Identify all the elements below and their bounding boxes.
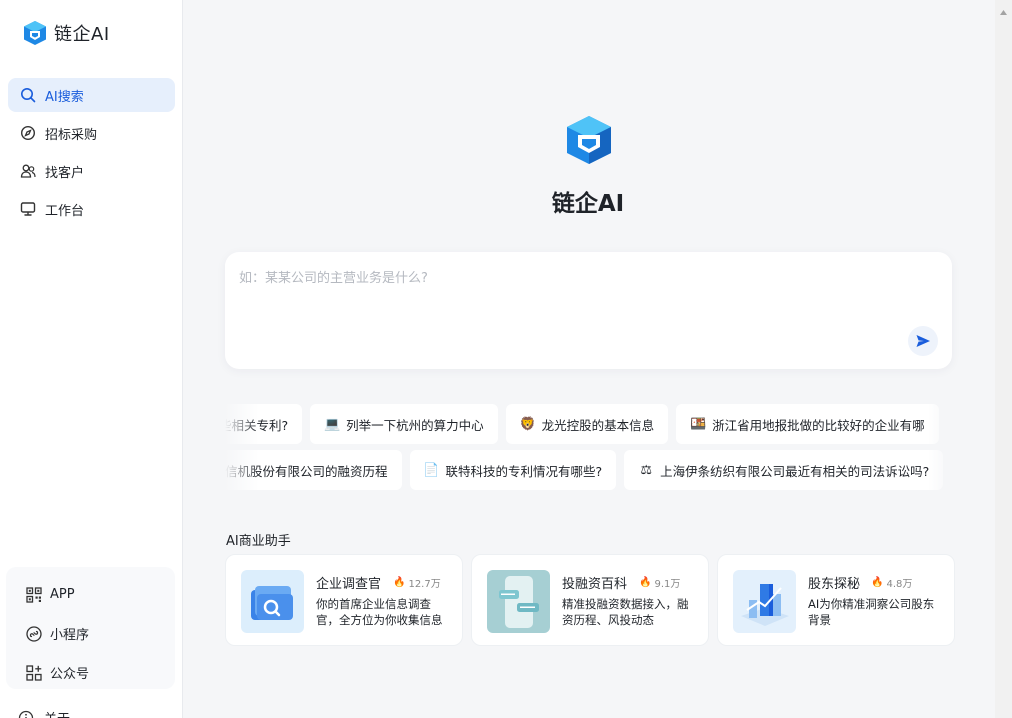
suggestion-text: 列举一下杭州的算力中心 (346, 417, 484, 433)
brand-name: 链企AI (54, 24, 110, 45)
assistants-section-title: AI商业助手 (226, 534, 291, 549)
suggestion-chip[interactable]: ⚖ 上海伊条纺织有限公司最近有相关的司法诉讼吗? (624, 450, 944, 490)
brand[interactable]: 链企AI (22, 20, 110, 46)
bar-chart-3d-icon (733, 570, 796, 633)
flame-icon: 🔥 (393, 577, 406, 588)
mini-program-link[interactable]: 小程序 (6, 614, 175, 653)
flame-icon: 🔥 (871, 577, 884, 588)
document-icon: 📄 (423, 462, 440, 478)
card-hot-count: 🔥 12.7万 (393, 575, 441, 590)
nav-item-customers[interactable]: 找客户 (8, 154, 175, 188)
suggestion-chip[interactable]: 🦁 龙光控股的基本信息 (505, 404, 669, 444)
logo-icon (24, 21, 46, 45)
assistant-card-investigator[interactable]: 企业调查官 🔥 12.7万 你的首席企业信息调查官，全方位为你收集信息 (225, 554, 463, 646)
official-account-label: 公众号 (50, 667, 90, 682)
suggestion-chip[interactable]: 📄 联特科技的专利情况有哪些? (409, 450, 617, 490)
suggestion-chip[interactable]: 🍱 浙江省用地报批做的比较好的企业有哪 (676, 404, 939, 444)
compass-icon (20, 125, 36, 141)
card-description: AI为你精准洞察公司股东背景 (808, 597, 935, 627)
nav-item-label: AI搜索 (45, 89, 84, 105)
suggestion-text: 浙江省用地报批做的比较好的企业有哪 (712, 417, 925, 433)
suggestion-text: 些相关专利? (225, 417, 289, 433)
scales-icon: ⚖ (640, 462, 652, 478)
app-link[interactable]: APP (6, 575, 175, 614)
card-title: 股东探秘 (808, 577, 861, 592)
card-hot-count: 🔥 9.1万 (639, 575, 680, 590)
chat-phone-icon (487, 570, 550, 633)
flame-icon: 🔥 (639, 577, 652, 588)
send-button[interactable] (908, 326, 938, 356)
main-nav: AI搜索 招标采购 找客户 工作台 (8, 78, 175, 230)
hot-value: 4.8万 (886, 579, 913, 590)
send-icon (916, 335, 930, 347)
nav-item-ai-search[interactable]: AI搜索 (8, 78, 175, 112)
users-icon (20, 163, 36, 179)
monitor-icon (20, 201, 36, 217)
grid-icon (25, 664, 43, 682)
sidebar: 链企AI AI搜索 招标采购 找客户 工作台 APP 小程序 公众号 (0, 0, 183, 718)
assistant-card-financing[interactable]: 投融资百科 🔥 9.1万 精准投融资数据接入，融资历程、风投动态 (471, 554, 709, 646)
nav-item-label: 找客户 (45, 165, 85, 181)
about-link[interactable]: 关于 (18, 708, 70, 718)
scrollbar[interactable] (995, 0, 1012, 718)
card-title: 企业调查官 (316, 577, 382, 592)
app-label: APP (50, 587, 75, 602)
nav-item-workbench[interactable]: 工作台 (8, 192, 175, 226)
suggestion-chip[interactable]: 些相关专利? (225, 404, 303, 444)
search-input[interactable] (239, 266, 899, 290)
nav-item-bidding[interactable]: 招标采购 (8, 116, 175, 150)
nav-item-label: 工作台 (45, 203, 85, 219)
assistant-card-shareholders[interactable]: 股东探秘 🔥 4.8万 AI为你精准洞察公司股东背景 (717, 554, 955, 646)
card-description: 精准投融资数据接入，融资历程、风投动态 (562, 597, 689, 627)
suggestion-text: 联特科技的专利情况有哪些? (445, 463, 603, 479)
suggestion-text: 龙光控股的基本信息 (541, 417, 655, 433)
card-description: 你的首席企业信息调查官，全方位为你收集信息 (316, 597, 443, 627)
suggestions-row-2: 信机股份有限公司的融资历程 📄 联特科技的专利情况有哪些? ⚖ 上海伊条纺织有限… (225, 450, 952, 490)
mini-program-icon (25, 625, 43, 643)
search-box (225, 252, 952, 369)
search-icon (20, 87, 36, 103)
suggestion-chip[interactable]: 💻 列举一下杭州的算力中心 (310, 404, 498, 444)
bento-icon: 🍱 (690, 416, 707, 432)
suggestion-chip[interactable]: 信机股份有限公司的融资历程 (225, 450, 402, 490)
folder-search-icon (241, 570, 304, 633)
scroll-up-arrow-icon[interactable] (999, 8, 1008, 18)
assistant-cards: 企业调查官 🔥 12.7万 你的首席企业信息调查官，全方位为你收集信息 投融资百… (225, 554, 963, 646)
nav-item-label: 招标采购 (45, 127, 98, 143)
suggestion-text: 上海伊条纺织有限公司最近有相关的司法诉讼吗? (660, 463, 930, 479)
qrcode-icon (25, 586, 43, 604)
card-title: 投融资百科 (562, 577, 628, 592)
mini-program-label: 小程序 (50, 628, 90, 643)
download-panel: APP 小程序 公众号 (6, 567, 175, 689)
suggestions-row-1: 些相关专利? 💻 列举一下杭州的算力中心 🦁 龙光控股的基本信息 🍱 浙江省用地… (225, 404, 952, 444)
laptop-icon: 💻 (324, 416, 341, 432)
about-label: 关于 (44, 708, 70, 718)
hot-value: 12.7万 (408, 579, 441, 590)
hero-logo-icon (567, 116, 611, 164)
official-account-link[interactable]: 公众号 (6, 653, 175, 692)
info-icon (18, 710, 34, 718)
lion-icon: 🦁 (519, 416, 536, 432)
hot-value: 9.1万 (654, 579, 681, 590)
suggestion-text: 信机股份有限公司的融资历程 (225, 463, 388, 479)
card-hot-count: 🔥 4.8万 (871, 575, 912, 590)
hero-title: 链企AI (551, 191, 625, 217)
